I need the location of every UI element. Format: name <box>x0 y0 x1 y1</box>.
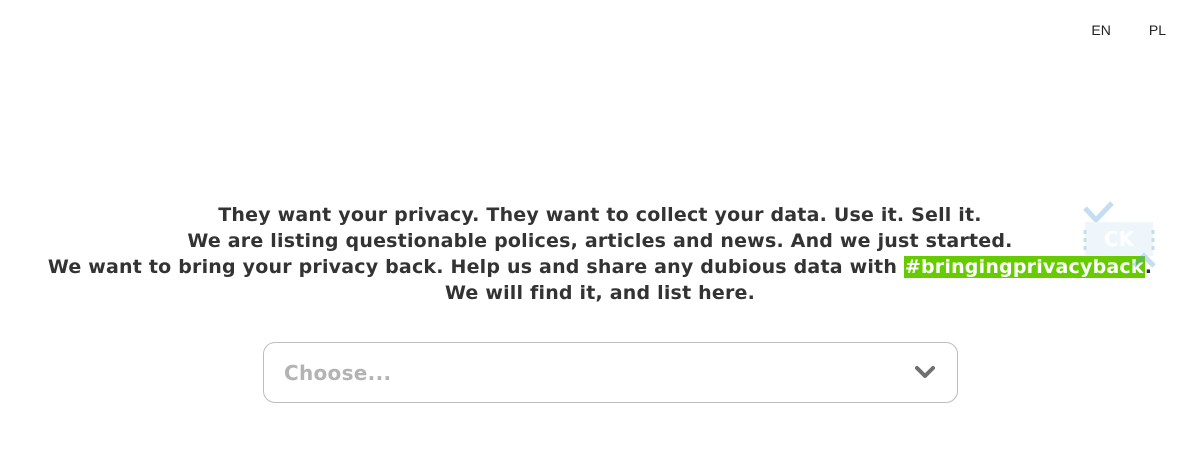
manifesto-text: They want your privacy. They want to col… <box>0 202 1200 306</box>
language-switcher: EN PL <box>1091 22 1166 38</box>
category-select[interactable]: Choose... <box>263 342 958 403</box>
select-placeholder: Choose... <box>284 360 392 385</box>
watermark-text: CK <box>1104 227 1136 251</box>
language-pl-link[interactable]: PL <box>1149 22 1166 38</box>
manifesto-line-1: They want your privacy. They want to col… <box>218 204 982 226</box>
page: EN PL They want your privacy. They want … <box>0 0 1200 474</box>
checkmark-logo-icon: CK <box>1083 201 1156 268</box>
manifesto-line-2: We are listing questionable polices, art… <box>187 230 1013 252</box>
language-en-link[interactable]: EN <box>1091 22 1110 38</box>
manifesto-line-3-text: We want to bring your privacy back. Help… <box>47 256 904 278</box>
manifesto-line-3: We want to bring your privacy back. Help… <box>0 254 1200 280</box>
manifesto-line-4: We will find it, and list here. <box>444 282 756 304</box>
chevron-down-icon <box>915 366 935 378</box>
